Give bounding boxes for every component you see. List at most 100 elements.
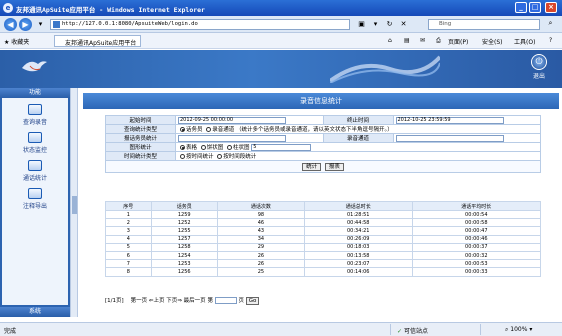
- sidebar-footer[interactable]: 系统: [0, 307, 70, 317]
- stop-icon[interactable]: ✕: [398, 19, 409, 30]
- query-channel-radio[interactable]: [206, 126, 212, 132]
- table-cell: 98: [216, 209, 305, 220]
- refresh-icon[interactable]: ↻: [384, 19, 395, 30]
- sidebar-item-statistics[interactable]: 通话统计: [2, 160, 68, 182]
- splitter-grip[interactable]: [72, 196, 77, 214]
- query-hint: （统计多个话务员或录音通道，请以英文状态下半角逗号隔开。）: [236, 127, 393, 133]
- table-cell: 00:00:46: [411, 234, 542, 244]
- sidebar-splitter[interactable]: [70, 88, 78, 317]
- compat-view-icon[interactable]: ▣: [356, 19, 367, 30]
- sidebar-item-record-query[interactable]: 查询录音: [2, 104, 68, 126]
- history-dropdown-icon[interactable]: ▾: [35, 19, 46, 30]
- exit-button[interactable]: ⏻ 退出: [531, 54, 547, 80]
- maximize-button[interactable]: □: [529, 2, 541, 13]
- table-cell: 1259: [150, 209, 218, 220]
- search-icon[interactable]: ⌕: [543, 19, 558, 30]
- next-page-link[interactable]: 下页: [166, 298, 177, 304]
- search-input[interactable]: Bing: [428, 19, 540, 30]
- query-agent-radio[interactable]: [180, 126, 185, 132]
- pagination: [1/1页] 第一页 ⇐上页 下页⇒ 最后一页 第 页 Go: [105, 296, 260, 305]
- forward-button[interactable]: ▶: [19, 18, 32, 31]
- window-title: 友邦通讯ApSuite应用平台 - Windows Internet Explo…: [16, 6, 205, 14]
- security-zone[interactable]: ✓ 可信站点: [397, 326, 428, 335]
- search-placeholder: Bing: [439, 21, 452, 27]
- sidebar-menu: 查询录音 状态监控 通话统计 注释导出: [2, 98, 68, 305]
- logo-bird-icon: [22, 61, 47, 72]
- report-button[interactable]: 报表: [324, 162, 344, 171]
- table-cell: 00:44:58: [303, 218, 413, 228]
- time-point-radio[interactable]: [180, 153, 185, 159]
- close-button[interactable]: ×: [545, 2, 557, 13]
- favorites-label: 收藏夹: [11, 39, 30, 46]
- table-cell: 6: [105, 250, 152, 261]
- agent-input[interactable]: [178, 134, 286, 142]
- chart-count-input[interactable]: 5: [251, 144, 312, 151]
- minimize-button[interactable]: _: [515, 2, 527, 13]
- prev-page-link[interactable]: 上页: [154, 298, 165, 304]
- agent-label: 报话务员统计: [105, 133, 176, 143]
- start-time-label: 起始时间: [105, 115, 176, 125]
- page-number-input[interactable]: [214, 297, 237, 304]
- page-info: [1/1页]: [105, 298, 124, 304]
- table-cell: 43: [216, 226, 305, 236]
- print-icon[interactable]: ⎙: [436, 37, 441, 45]
- table-cell: 00:00:37: [411, 242, 542, 252]
- result-table: 序号 话务员 通话次数 通话总时长 通话平均时长 1 1259 98 01:28:51 00:0…: [105, 201, 542, 277]
- tools-menu[interactable]: 工具(O): [514, 37, 535, 46]
- column-header: 话务员: [150, 201, 218, 211]
- stat-button[interactable]: 统计: [302, 162, 322, 171]
- monitor-icon: [28, 132, 42, 143]
- table-cell: 26: [216, 259, 305, 269]
- power-icon: ⏻: [531, 54, 547, 70]
- table-cell: 2: [105, 218, 152, 228]
- time-range-radio[interactable]: [217, 153, 223, 159]
- dropdown-icon[interactable]: ▾: [370, 19, 381, 30]
- page-icon: [53, 21, 60, 28]
- table-cell: 26: [216, 250, 305, 261]
- table-row: 8 1256 25 00:14:06 00:00:33: [105, 267, 542, 277]
- browser-tab[interactable]: 友邦通讯ApSuite应用平台: [54, 35, 142, 47]
- chart-pie-radio[interactable]: [200, 144, 206, 150]
- table-cell: 00:34:21: [303, 226, 413, 236]
- safety-menu[interactable]: 安全(S): [482, 37, 503, 46]
- table-cell: 00:00:32: [411, 250, 542, 261]
- table-cell: 1257: [150, 234, 218, 244]
- end-time-input[interactable]: 2012-10-25 23:59:59: [395, 116, 504, 124]
- table-cell: 00:00:58: [411, 218, 542, 228]
- table-cell: 1254: [150, 250, 218, 261]
- zoom-control[interactable]: ⌕ 100% ▾: [505, 326, 532, 334]
- address-text: http://127.0.0.1:8080/ApsuiteWeb/login.d…: [62, 21, 198, 27]
- column-header: 通话次数: [216, 201, 305, 211]
- check-icon: ✓: [397, 328, 403, 335]
- sidebar-item-monitor[interactable]: 状态监控: [2, 132, 68, 154]
- page-menu[interactable]: 页面(P): [448, 37, 468, 46]
- mail-icon[interactable]: ✉: [420, 37, 425, 44]
- sidebar-item-label: 注释导出: [22, 203, 47, 210]
- first-page-link[interactable]: 第一页: [131, 298, 148, 304]
- back-button[interactable]: ◀: [4, 18, 17, 31]
- chart-table-label: 表格: [186, 145, 198, 151]
- feeds-icon[interactable]: ▤: [404, 37, 410, 44]
- sidebar-item-label: 状态监控: [22, 147, 47, 154]
- home-icon[interactable]: ⌂: [388, 37, 392, 44]
- table-cell: 00:14:06: [303, 267, 413, 277]
- table-row: 3 1255 43 00:34:21 00:00:47: [105, 226, 542, 236]
- exit-label: 退出: [532, 73, 545, 80]
- address-input[interactable]: http://127.0.0.1:8080/ApsuiteWeb/login.d…: [50, 19, 350, 30]
- goto-suffix: 页: [238, 298, 244, 304]
- help-icon[interactable]: ?: [549, 37, 552, 44]
- channel-input[interactable]: [395, 134, 504, 142]
- table-cell: 00:13:58: [303, 250, 413, 261]
- go-button[interactable]: Go: [245, 296, 260, 305]
- end-time-label: 终止时间: [322, 115, 394, 125]
- start-time-input[interactable]: 2012-09-25 00:00:00: [178, 116, 286, 124]
- next-arrow-icon: ⇒: [177, 298, 182, 304]
- table-cell: 00:00:54: [411, 209, 542, 220]
- last-page-link[interactable]: 最后一页: [184, 298, 206, 304]
- zoom-level: 100%: [510, 326, 528, 333]
- sidebar-item-export[interactable]: 注释导出: [2, 188, 68, 210]
- chart-bar-radio[interactable]: [227, 144, 233, 150]
- table-cell: 00:00:53: [411, 259, 542, 269]
- favorites-button[interactable]: ★ 收藏夹: [4, 37, 29, 46]
- chart-table-radio[interactable]: [180, 144, 185, 150]
